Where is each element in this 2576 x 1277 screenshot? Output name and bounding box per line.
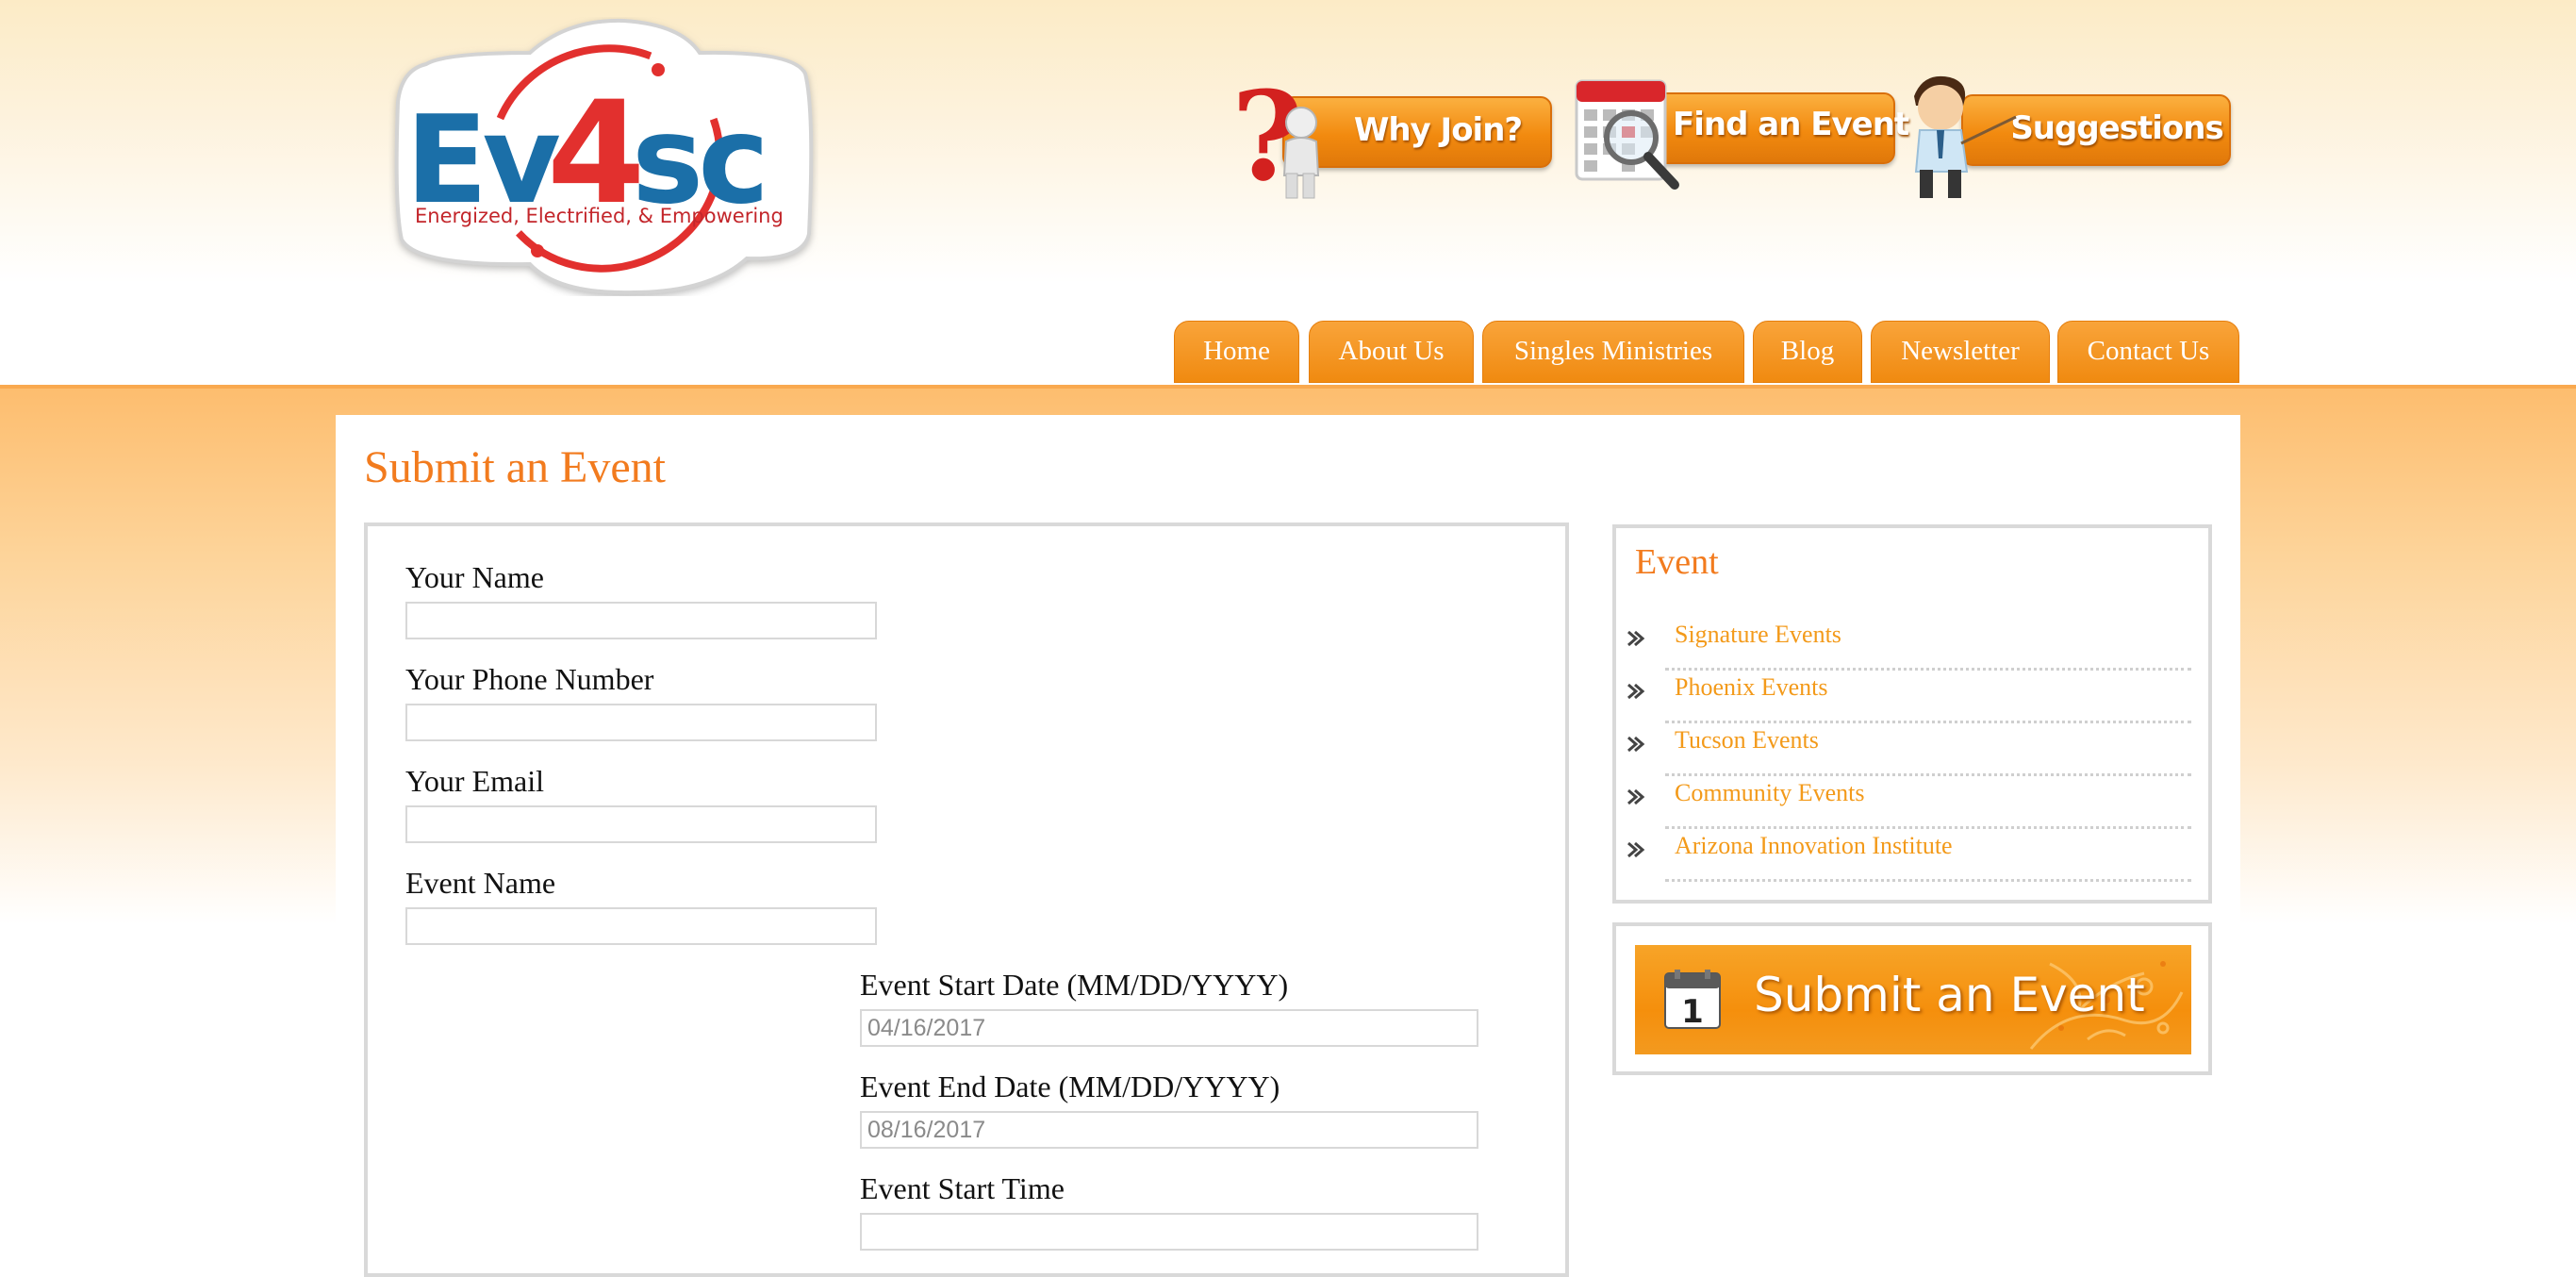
event-name-label: Event Name [405, 866, 556, 900]
site-logo[interactable]: Ev 4 sc Energized, Electrified, & Empowe… [388, 17, 818, 296]
suggestions-button[interactable]: Suggestions [1905, 68, 2231, 198]
why-join-label: Why Join? [1353, 111, 1523, 149]
logo-graphic: Ev 4 sc Energized, Electrified, & Empowe… [394, 18, 814, 295]
start-date-input[interactable] [860, 1009, 1478, 1047]
event-links-box: Event Signature Events Phoenix Events Tu… [1612, 524, 2212, 904]
find-event-button[interactable]: Find an Event [1569, 68, 1909, 191]
nav-about-us[interactable]: About Us [1309, 321, 1474, 383]
end-date-label: Event End Date (MM/DD/YYYY) [860, 1070, 1280, 1103]
calendar-icon: 1 [1664, 970, 1721, 1030]
phone-label: Your Phone Number [405, 662, 654, 696]
svg-text:1: 1 [1681, 993, 1704, 1030]
double-chevron-icon [1627, 788, 1645, 805]
calendar-magnifier-icon [1575, 79, 1679, 190]
double-chevron-icon [1627, 683, 1645, 700]
nav-home[interactable]: Home [1174, 321, 1299, 383]
start-time-input[interactable] [860, 1213, 1478, 1251]
content-panel: Submit an Event Your Name Your Phone Num… [336, 415, 2240, 1277]
event-link-tucson[interactable]: Tucson Events [1627, 721, 2191, 776]
nav-contact-us[interactable]: Contact Us [2057, 321, 2239, 383]
event-name-input[interactable] [405, 907, 877, 945]
start-time-label: Event Start Time [860, 1171, 1065, 1205]
double-chevron-icon [1627, 841, 1645, 858]
event-link-label: Community Events [1675, 779, 1865, 806]
submit-event-banner[interactable]: 1 Submit an Event [1635, 945, 2191, 1054]
event-link-label: Arizona Innovation Institute [1675, 832, 1953, 859]
header-divider [0, 385, 2576, 389]
nav-blog[interactable]: Blog [1753, 321, 1862, 383]
double-chevron-icon [1627, 736, 1645, 753]
event-link-community[interactable]: Community Events [1627, 773, 2191, 829]
event-box-title: Event [1635, 542, 1719, 582]
logo-tagline: Energized, Electrified, & Empowering [415, 205, 784, 227]
submit-banner-box: 1 Submit an Event [1612, 922, 2212, 1075]
phone-input[interactable] [405, 704, 877, 741]
why-join-button[interactable]: Why Join? ? [1226, 68, 1552, 200]
nav-singles-ministries[interactable]: Singles Ministries [1482, 321, 1744, 383]
submit-event-form: Your Name Your Phone Number Your Email E… [364, 522, 1569, 1277]
double-chevron-icon [1627, 630, 1645, 647]
event-link-phoenix[interactable]: Phoenix Events [1627, 668, 2191, 723]
event-link-arizona-innovation[interactable]: Arizona Innovation Institute [1627, 826, 2191, 882]
end-date-input[interactable] [860, 1111, 1478, 1149]
event-link-signature[interactable]: Signature Events [1627, 615, 2191, 671]
event-link-label: Phoenix Events [1675, 673, 1828, 701]
question-mark-figure-icon: ? [1231, 68, 1320, 200]
email-input[interactable] [405, 805, 877, 843]
presenter-man-icon [1914, 75, 2017, 198]
submit-banner-label: Submit an Event [1754, 968, 2145, 1022]
start-date-label: Event Start Date (MM/DD/YYYY) [860, 968, 1289, 1002]
event-link-label: Tucson Events [1675, 726, 1819, 754]
suggestions-label: Suggestions [2010, 109, 2223, 147]
email-label: Your Email [405, 764, 544, 798]
page-title: Submit an Event [364, 442, 666, 492]
nav-newsletter[interactable]: Newsletter [1871, 321, 2050, 383]
event-link-label: Signature Events [1675, 621, 1841, 648]
your-name-label: Your Name [405, 560, 544, 594]
your-name-input[interactable] [405, 602, 877, 639]
find-event-label: Find an Event [1673, 106, 1909, 143]
